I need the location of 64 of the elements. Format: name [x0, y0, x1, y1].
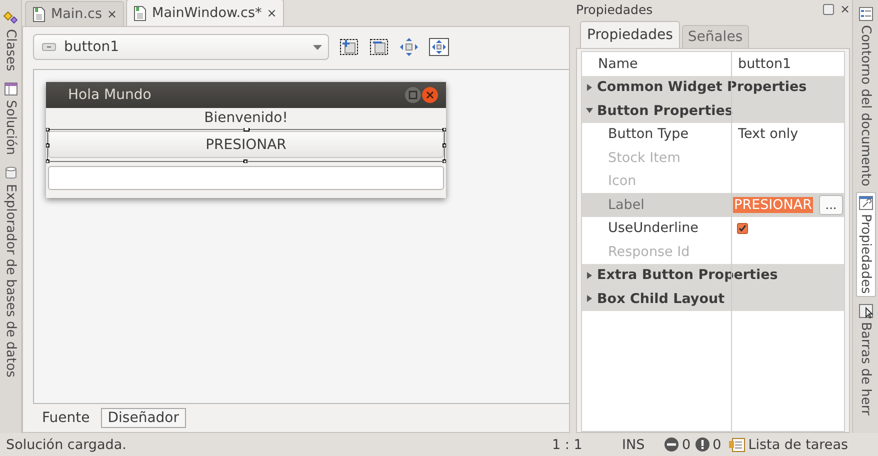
property-name[interactable]: Name [582, 56, 732, 72]
task-list[interactable]: Lista de tareas [748, 436, 848, 452]
move-arrows-icon[interactable] [399, 38, 419, 56]
close-icon[interactable]: × [266, 6, 277, 20]
remove-box-icon[interactable] [369, 38, 389, 56]
error-count[interactable]: 0 [682, 436, 691, 452]
dock-tab[interactable]: Clases [2, 8, 20, 74]
properties-icon [858, 195, 874, 212]
view-tab[interactable]: Fuente [35, 408, 97, 428]
checkbox[interactable] [737, 222, 748, 234]
view-tab[interactable]: Diseñador [100, 408, 186, 428]
property-value: PRESIONAR [733, 196, 813, 213]
window-controls-drawing[interactable] [404, 86, 440, 104]
dropdown-icon [313, 44, 322, 50]
dock-tab[interactable]: Solución [2, 79, 20, 158]
window-title: Hola Mundo [68, 87, 152, 103]
dock-tab[interactable]: Contorno del documento [856, 4, 874, 188]
document-tab[interactable]: MainWindow.cs* × [126, 0, 284, 26]
property-value: Text only [737, 126, 800, 142]
property-name[interactable]: Button Type [582, 126, 732, 142]
database-icon [2, 165, 18, 182]
property-group[interactable]: Extra Button Properties [582, 264, 844, 287]
welcome-label: Bienvenido! [203, 109, 289, 128]
status-message: Solución cargada. [6, 436, 128, 452]
expander-icon[interactable] [586, 84, 593, 91]
panel-title: Propiedades [576, 2, 654, 16]
cursor-position: 1 : 1 [552, 436, 584, 452]
property-value: button1 [737, 56, 792, 72]
csharp-file-icon [133, 6, 148, 20]
tab-label: Main.cs [51, 6, 102, 22]
window-icon [2, 81, 18, 98]
error-icon [664, 437, 680, 452]
close-icon[interactable]: × [840, 2, 850, 16]
tab-label: MainWindow.cs* [152, 5, 262, 21]
dock-tab[interactable]: Propiedades [856, 192, 876, 298]
outline-icon [858, 6, 874, 22]
property-group[interactable]: Button Properties [582, 99, 844, 122]
float-icon[interactable] [822, 4, 834, 14]
document-tab[interactable]: Main.cs × [25, 1, 124, 26]
property-name[interactable]: UseUnderline [582, 220, 732, 236]
property-group[interactable]: Common Widget Properties [582, 76, 844, 99]
widget-icon [42, 43, 56, 51]
selection-frame[interactable] [46, 128, 446, 163]
add-box-icon[interactable] [339, 38, 359, 56]
csharp-file-icon [32, 6, 46, 22]
expander-icon[interactable] [586, 295, 593, 302]
expander-icon[interactable] [586, 107, 593, 114]
close-icon[interactable]: × [106, 7, 118, 21]
warning-count[interactable]: 0 [712, 436, 722, 452]
warning-icon [694, 437, 710, 452]
classes-icon [2, 10, 18, 26]
press-button[interactable]: PRESIONAR [48, 131, 444, 158]
insert-mode: INS [622, 436, 646, 452]
dock-tab[interactable]: Barras de herr [856, 301, 874, 418]
task-list-icon [729, 438, 746, 452]
move-box-icon[interactable] [429, 38, 449, 56]
expander-icon[interactable] [586, 272, 593, 279]
panel-tab[interactable]: Señales [682, 25, 749, 48]
panel-tab[interactable]: Propiedades [580, 21, 680, 48]
property-group[interactable]: Box Child Layout [582, 287, 844, 310]
dock-tab[interactable]: Explorador de bases de datos [2, 163, 20, 380]
input-field[interactable] [48, 166, 444, 190]
toolbar-icon [858, 303, 874, 320]
widget-selector[interactable]: button1 [33, 34, 329, 60]
